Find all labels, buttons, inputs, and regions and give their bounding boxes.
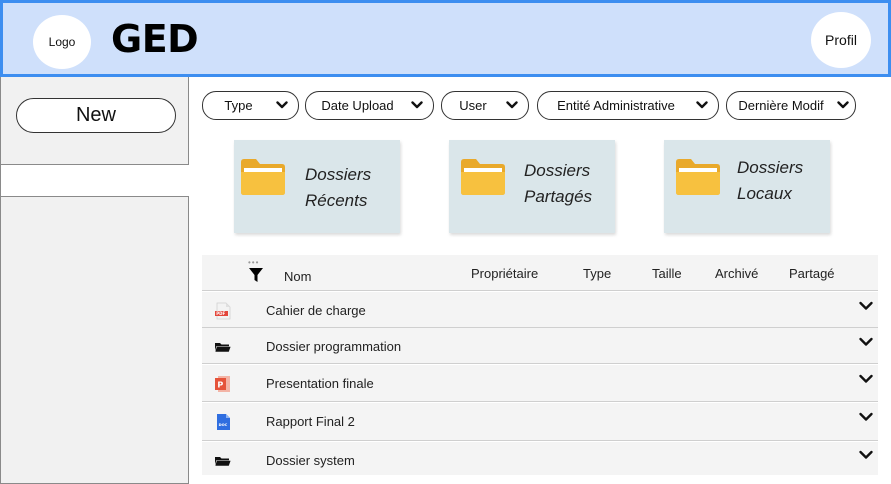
folder-card-label: Dossiers Locaux: [737, 155, 803, 207]
logo-label: Logo: [48, 35, 76, 49]
file-name[interactable]: Dossier programmation: [266, 339, 401, 354]
svg-text:P: P: [217, 381, 223, 390]
filter-entite-label: Entité Administrative: [557, 98, 675, 113]
filter-user[interactable]: User: [441, 91, 529, 120]
table-row[interactable]: Dossier programmation: [202, 328, 878, 364]
profile-label: Profil: [825, 32, 857, 48]
filter-derniere-modif[interactable]: Dernière Modif: [726, 91, 856, 120]
folder-card-label-line: Dossiers: [524, 161, 591, 180]
app-header: Logo GED Profil: [0, 0, 891, 77]
chevron-down-icon[interactable]: [858, 409, 874, 425]
folder-icon: [215, 457, 231, 467]
logo[interactable]: Logo: [33, 15, 91, 69]
filter-icon[interactable]: [248, 267, 264, 283]
folder-icon: [461, 159, 505, 195]
svg-text:DOC: DOC: [219, 423, 228, 427]
app-title: GED: [111, 17, 199, 61]
column-header-type[interactable]: Type: [583, 266, 611, 281]
chevron-down-icon[interactable]: [858, 447, 874, 463]
folder-icon: [241, 159, 285, 195]
new-button-label: New: [75, 104, 116, 126]
folder-card-partages[interactable]: Dossiers Partagés: [449, 140, 615, 233]
filter-entite-administrative[interactable]: Entité Administrative: [537, 91, 719, 120]
chevron-down-icon[interactable]: [858, 334, 874, 350]
filter-date-upload-label: Date Upload: [321, 98, 394, 113]
drag-handle-icon[interactable]: •••: [248, 258, 259, 267]
doc-file-icon: DOC: [217, 414, 230, 430]
sidebar: New: [0, 77, 189, 484]
table-row[interactable]: DOC Rapport Final 2: [202, 403, 878, 441]
folder-card-label-line: Dossiers: [305, 165, 372, 184]
filter-type[interactable]: Type: [202, 91, 299, 120]
folder-card-label-line: Dossiers: [737, 158, 804, 177]
new-button[interactable]: New: [16, 98, 176, 133]
folder-card-label-line: Partagés: [524, 187, 593, 206]
chevron-down-icon: [274, 100, 290, 112]
folder-icon: [215, 343, 231, 353]
folder-card-locaux[interactable]: Dossiers Locaux: [664, 140, 830, 233]
chevron-down-icon: [694, 100, 710, 112]
filter-derniere-modif-label: Dernière Modif: [738, 98, 824, 113]
folder-card-label-line: Récents: [305, 191, 368, 210]
svg-text:PDF: PDF: [216, 311, 225, 316]
table-row[interactable]: P Presentation finale: [202, 365, 878, 402]
file-name[interactable]: Cahier de charge: [266, 303, 366, 318]
chevron-down-icon[interactable]: [858, 371, 874, 387]
column-header-nom[interactable]: Nom: [284, 269, 311, 284]
pdf-file-icon: PDF: [215, 302, 231, 320]
folder-card-recents[interactable]: Dossiers Récents: [234, 140, 400, 233]
powerpoint-file-icon: P: [215, 376, 230, 392]
column-header-taille[interactable]: Taille: [652, 266, 682, 281]
column-header-partage[interactable]: Partagé: [789, 266, 835, 281]
file-name[interactable]: Dossier system: [266, 453, 355, 468]
chevron-down-icon: [409, 100, 425, 112]
folder-card-label-line: Locaux: [737, 184, 792, 203]
column-header-proprietaire[interactable]: Propriétaire: [471, 266, 538, 281]
profile-button[interactable]: Profil: [811, 12, 871, 68]
file-name[interactable]: Presentation finale: [266, 376, 374, 391]
filter-date-upload[interactable]: Date Upload: [305, 91, 434, 120]
file-table-header: ••• Nom Propriétaire Type Taille Archivé…: [202, 255, 878, 291]
folder-icon: [676, 159, 720, 195]
table-row[interactable]: Dossier system: [202, 442, 878, 475]
filter-user-label: User: [459, 98, 487, 113]
chevron-down-icon: [835, 100, 851, 112]
chevron-down-icon: [504, 100, 520, 112]
table-row[interactable]: PDF Cahier de charge: [202, 292, 878, 328]
column-header-archive[interactable]: Archivé: [715, 266, 758, 281]
folder-card-label: Dossiers Récents: [305, 162, 371, 214]
chevron-down-icon[interactable]: [858, 298, 874, 314]
folder-card-label: Dossiers Partagés: [524, 158, 592, 210]
sidebar-item[interactable]: [1, 164, 189, 197]
filter-type-label: Type: [224, 98, 253, 113]
file-name[interactable]: Rapport Final 2: [266, 414, 355, 429]
